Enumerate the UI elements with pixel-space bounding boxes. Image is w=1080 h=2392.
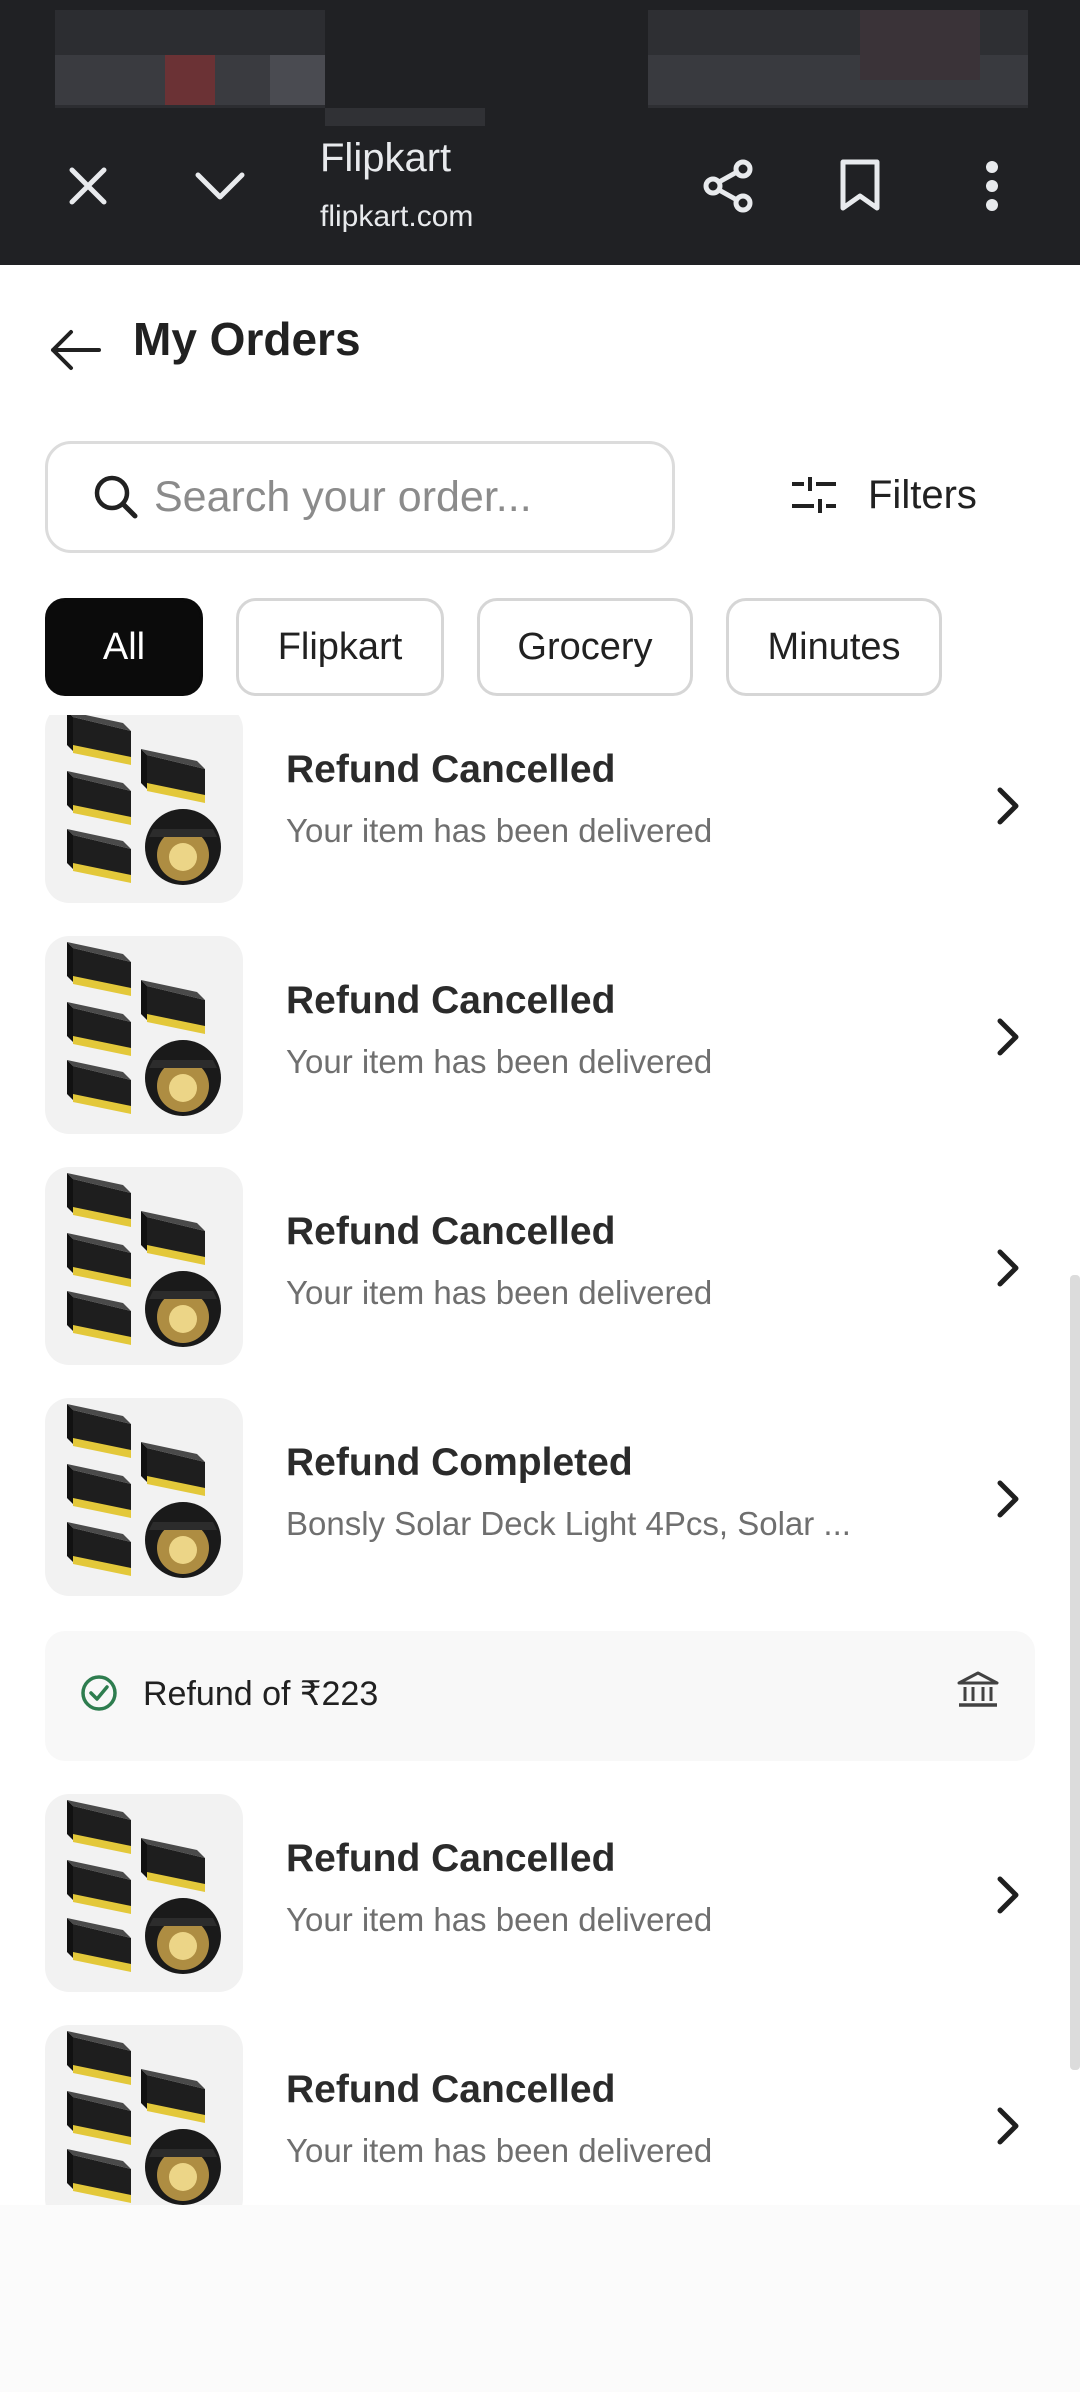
filters-button[interactable]: Filters: [790, 455, 977, 535]
order-status: Refund Completed: [286, 1441, 633, 1484]
chevron-right-icon: [988, 783, 1028, 829]
chevron-right-icon: [988, 1476, 1028, 1522]
order-item[interactable]: Refund Cancelled Your item has been deli…: [0, 936, 1080, 1136]
custom-tab-row: Flipkart flipkart.com: [0, 128, 1080, 248]
order-subtitle: Your item has been delivered: [286, 1274, 713, 1311]
chevron-right-icon: [988, 1872, 1028, 1918]
page-title: My Orders: [133, 313, 361, 365]
sliders-icon: [792, 477, 836, 513]
close-icon[interactable]: [40, 138, 136, 234]
order-status: Refund Cancelled: [286, 2068, 616, 2111]
solar-light-product-image: [67, 715, 221, 885]
product-thumbnail: [45, 936, 243, 1134]
order-subtitle: Your item has been delivered: [286, 2132, 713, 2169]
product-thumbnail: [45, 2025, 243, 2205]
chip-minutes[interactable]: Minutes: [726, 598, 942, 696]
bookmark-icon[interactable]: [812, 138, 908, 234]
chip-grocery[interactable]: Grocery: [477, 598, 693, 696]
chevron-right-icon: [988, 2103, 1028, 2149]
order-subtitle: Bonsly Solar Deck Light 4Pcs, Solar ...: [286, 1505, 851, 1542]
order-status: Refund Cancelled: [286, 748, 616, 791]
order-item[interactable]: Refund Cancelled Your item has been deli…: [0, 1167, 1080, 1367]
order-status: Refund Cancelled: [286, 979, 616, 1022]
solar-light-product-image: [67, 1800, 221, 1974]
orders-list: Refund Cancelled Your item has been deli…: [0, 715, 1080, 2205]
chip-all[interactable]: All: [45, 598, 203, 696]
solar-light-product-image: [67, 942, 221, 1116]
more-vert-icon[interactable]: [944, 138, 1040, 234]
order-item[interactable]: Refund Cancelled Your item has been deli…: [0, 1794, 1080, 1994]
order-item[interactable]: Refund Cancelled Your item has been deli…: [0, 715, 1080, 905]
page-header: My Orders: [0, 265, 1080, 415]
chevron-down-icon[interactable]: [172, 138, 268, 234]
site-title: Flipkart: [320, 136, 452, 180]
order-item[interactable]: Refund Cancelled Your item has been deli…: [0, 2025, 1080, 2205]
refund-info-card[interactable]: Refund of ₹223: [45, 1631, 1035, 1761]
solar-light-product-image: [67, 1173, 221, 1347]
filters-label: Filters: [868, 472, 977, 517]
solar-light-product-image: [67, 2031, 221, 2205]
search-box[interactable]: [45, 441, 675, 553]
site-url: flipkart.com: [320, 200, 474, 233]
order-subtitle: Your item has been delivered: [286, 1901, 713, 1938]
status-bar: [0, 0, 1080, 126]
browser-toolbar: Flipkart flipkart.com: [0, 0, 1080, 265]
my-orders-page: My Orders Filters All Flipkart Grocery M…: [0, 265, 1080, 2205]
scrollbar[interactable]: [1070, 1275, 1080, 2070]
order-status: Refund Cancelled: [286, 1210, 616, 1253]
order-subtitle: Your item has been delivered: [286, 812, 713, 849]
back-button[interactable]: [30, 305, 120, 395]
product-thumbnail: [45, 1167, 243, 1365]
share-icon[interactable]: [680, 138, 776, 234]
order-subtitle: Your item has been delivered: [286, 1043, 713, 1080]
refund-amount-text: Refund of ₹223: [143, 1675, 379, 1713]
category-chips: All Flipkart Grocery Minutes: [45, 598, 975, 696]
product-thumbnail: [45, 715, 243, 903]
search-icon: [92, 473, 140, 521]
chip-flipkart[interactable]: Flipkart: [236, 598, 444, 696]
order-item[interactable]: Refund Completed Bonsly Solar Deck Light…: [0, 1398, 1080, 1598]
product-thumbnail: [45, 1398, 243, 1596]
search-input[interactable]: [154, 472, 634, 522]
chevron-right-icon: [988, 1245, 1028, 1291]
solar-light-product-image: [67, 1404, 221, 1578]
order-status: Refund Cancelled: [286, 1837, 616, 1880]
bank-icon: [957, 1671, 999, 1707]
check-circle-icon: [81, 1675, 117, 1711]
product-thumbnail: [45, 1794, 243, 1992]
arrow-left-icon: [51, 330, 101, 370]
chevron-right-icon: [988, 1014, 1028, 1060]
